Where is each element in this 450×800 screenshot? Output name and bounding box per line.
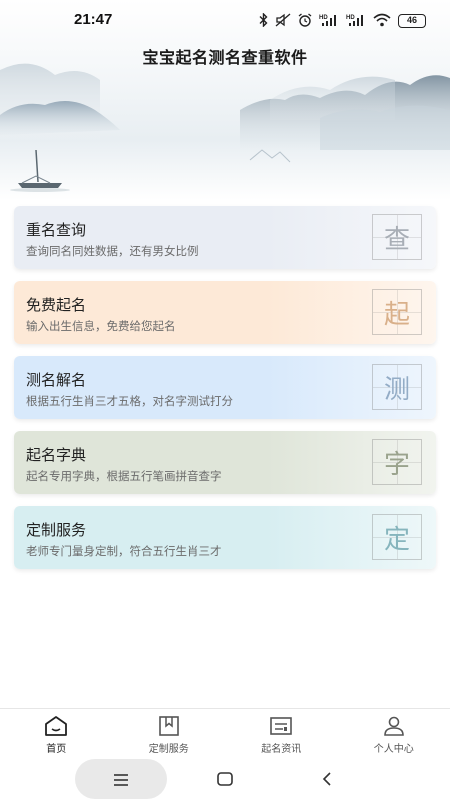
hd-signal-icon: HD bbox=[319, 12, 339, 31]
card-title: 重名查询 bbox=[26, 221, 87, 239]
back-icon[interactable] bbox=[322, 771, 332, 790]
card-description: 输入出生信息，免费给您起名 bbox=[26, 319, 176, 333]
svg-text:HD: HD bbox=[319, 15, 328, 21]
header-banner: 21:47 HD HD 46 宝宝起名测名查重软件 bbox=[0, 0, 450, 200]
page-title: 宝宝起名测名查重软件 bbox=[142, 48, 308, 67]
home-square-icon[interactable] bbox=[217, 771, 233, 790]
battery-icon: 46 bbox=[398, 14, 426, 28]
card-description: 老师专门量身定制，符合五行生肖三才 bbox=[26, 544, 222, 558]
card-description: 起名专用字典，根据五行笔画拼音查字 bbox=[26, 469, 222, 483]
card-free-naming[interactable]: 免费起名 输入出生信息，免费给您起名 起 bbox=[14, 281, 436, 344]
nav-custom-service[interactable]: 定制服务 bbox=[113, 709, 226, 758]
card-title: 测名解名 bbox=[26, 371, 87, 389]
nav-home[interactable]: 首页 bbox=[0, 709, 113, 758]
card-naming-dictionary[interactable]: 起名字典 起名专用字典，根据五行笔画拼音查字 字 bbox=[14, 431, 436, 494]
card-description: 根据五行生肖三才五格，对名字测试打分 bbox=[26, 394, 233, 408]
card-title: 定制服务 bbox=[26, 521, 87, 539]
menu-icon[interactable] bbox=[113, 772, 129, 791]
wifi-icon bbox=[373, 12, 391, 31]
user-icon bbox=[383, 716, 404, 736]
card-name-test[interactable]: 测名解名 根据五行生肖三才五格，对名字测试打分 测 bbox=[14, 356, 436, 419]
system-nav-bar bbox=[0, 758, 450, 800]
news-icon bbox=[270, 717, 293, 735]
alarm-icon bbox=[298, 12, 312, 31]
nav-naming-news-label: 起名资讯 bbox=[261, 744, 302, 755]
nav-home-label: 首页 bbox=[46, 744, 67, 755]
bookmark-icon bbox=[158, 716, 179, 736]
card-title: 起名字典 bbox=[26, 446, 87, 464]
card-description: 查询同名同姓数据，还有男女比例 bbox=[26, 244, 199, 258]
status-time: 21:47 bbox=[74, 11, 113, 28]
card-duplicate-name-query[interactable]: 重名查询 查询同名同姓数据，还有男女比例 查 bbox=[14, 206, 436, 269]
home-icon bbox=[45, 716, 68, 736]
bottom-nav: 首页 定制服务 起名资讯 个人中心 bbox=[0, 708, 450, 758]
card-character-badge: 定 bbox=[372, 514, 422, 560]
status-bar: 21:47 HD HD 46 bbox=[0, 0, 450, 40]
nav-profile[interactable]: 个人中心 bbox=[338, 709, 450, 758]
mute-icon bbox=[275, 12, 291, 31]
card-character-badge: 测 bbox=[372, 364, 422, 410]
svg-text:HD: HD bbox=[346, 15, 355, 21]
hd-signal-icon: HD bbox=[346, 12, 366, 31]
card-character-badge: 起 bbox=[372, 289, 422, 335]
card-character-badge: 查 bbox=[372, 214, 422, 260]
card-title: 免费起名 bbox=[26, 296, 87, 314]
nav-profile-label: 个人中心 bbox=[373, 744, 414, 755]
feature-card-list: 重名查询 查询同名同姓数据，还有男女比例 查 免费起名 输入出生信息，免费给您起… bbox=[14, 206, 436, 581]
card-character-badge: 字 bbox=[372, 439, 422, 485]
nav-naming-news[interactable]: 起名资讯 bbox=[225, 709, 338, 758]
status-icons: HD HD 46 bbox=[259, 11, 426, 31]
card-custom-service[interactable]: 定制服务 老师专门量身定制，符合五行生肖三才 定 bbox=[14, 506, 436, 569]
nav-custom-service-label: 定制服务 bbox=[148, 744, 189, 755]
bluetooth-icon bbox=[259, 11, 268, 31]
